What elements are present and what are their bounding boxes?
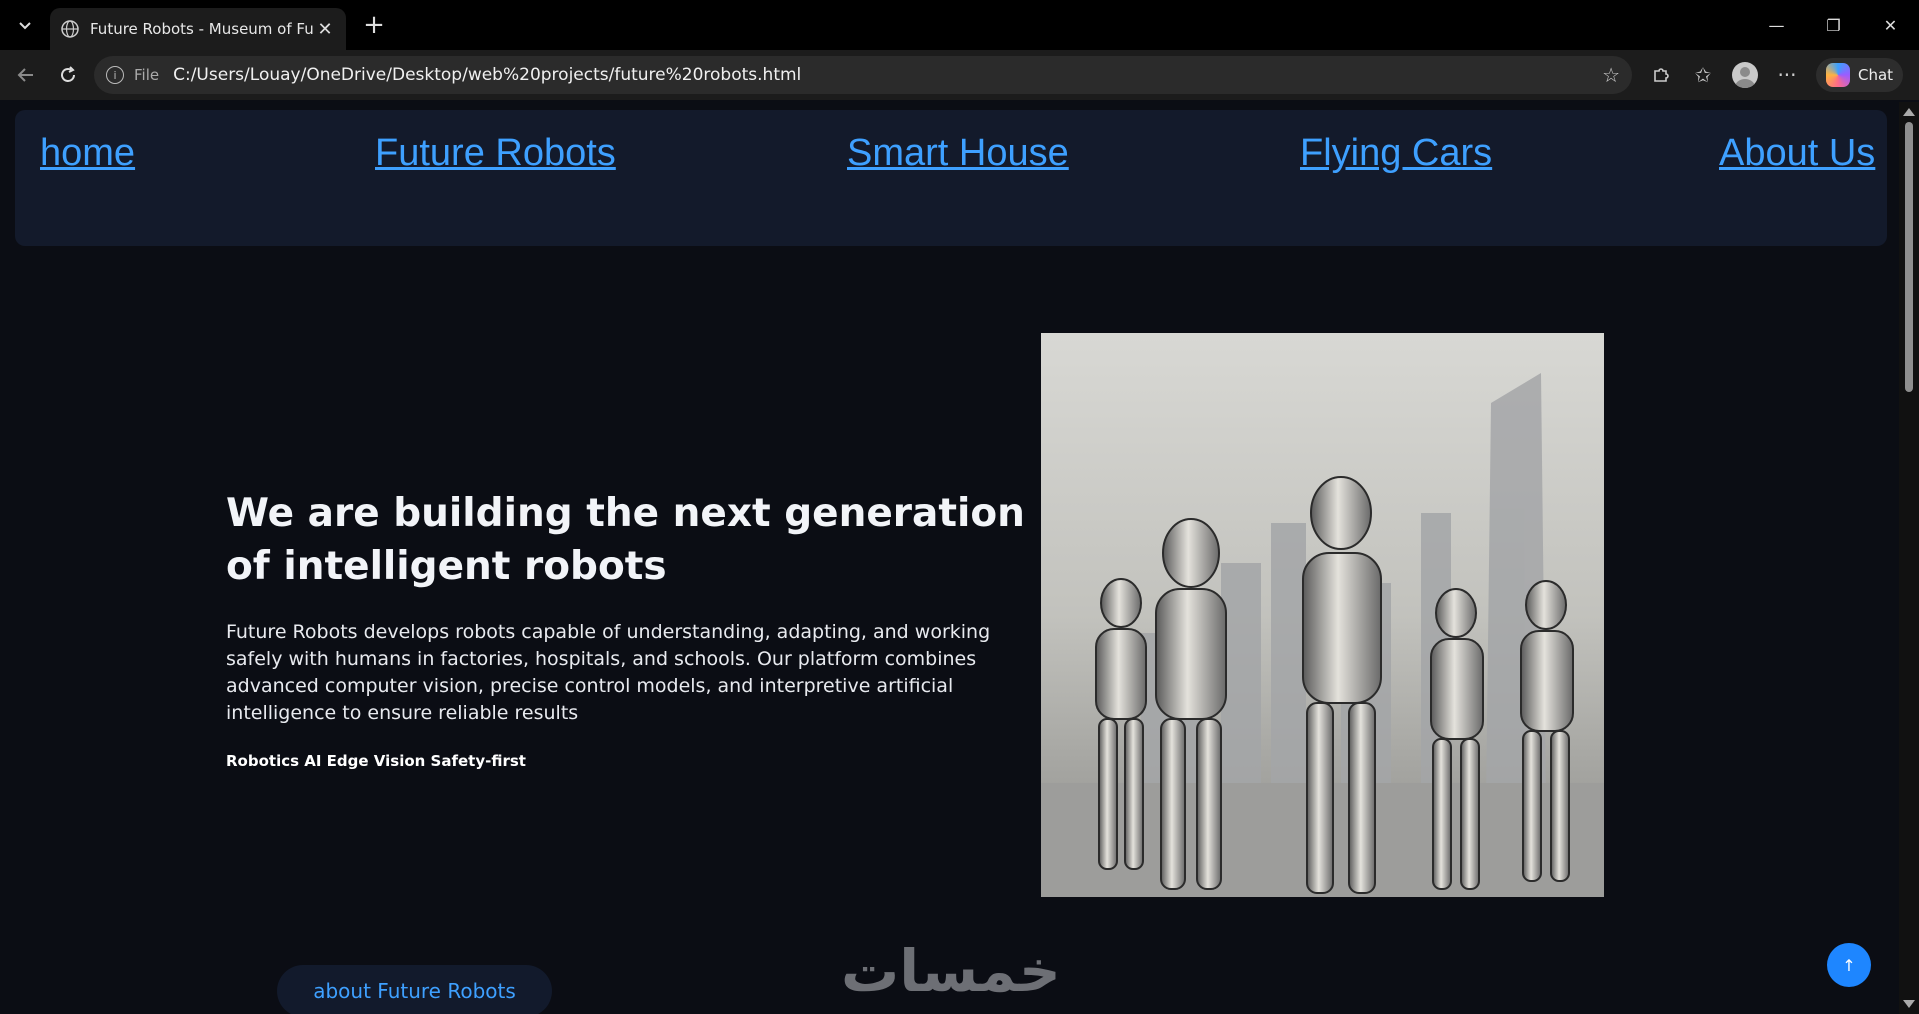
restore-icon[interactable]: ❐ (1805, 0, 1862, 50)
hero-description: Future Robots develops robots capable of… (226, 621, 991, 724)
reload-icon[interactable] (50, 57, 86, 93)
plus-icon[interactable]: + (356, 10, 392, 40)
favorites-icon[interactable]: ✩ (1682, 56, 1724, 94)
chevron-down-icon (19, 22, 31, 30)
nav-link-home[interactable]: home (40, 132, 135, 175)
profile-button[interactable] (1724, 56, 1766, 94)
close-icon[interactable]: ✕ (314, 19, 336, 40)
info-icon[interactable]: i (106, 66, 124, 84)
scroll-thumb[interactable] (1905, 122, 1913, 392)
robots-illustration (1041, 333, 1604, 897)
globe-icon (61, 20, 79, 38)
back-to-top-button[interactable]: ↑ (1827, 943, 1871, 987)
browser-toolbar: i File C:/Users/Louay/OneDrive/Desktop/w… (0, 50, 1919, 100)
chat-button[interactable]: Chat (1816, 58, 1904, 92)
browser-tab-bar: Future Robots - Museum of Future ✕ + — ❐… (0, 0, 1919, 50)
site-navbar: home Future Robots Smart House Flying Ca… (15, 110, 1887, 246)
hero-robots-image (1041, 333, 1604, 897)
nav-link-flying-cars[interactable]: Flying Cars (1300, 132, 1492, 175)
address-scheme: File (134, 66, 160, 84)
more-icon[interactable]: ··· (1766, 56, 1808, 94)
close-window-icon[interactable]: ✕ (1862, 0, 1919, 50)
about-future-robots-button[interactable]: about Future Robots (277, 965, 552, 1014)
scroll-up-icon[interactable] (1903, 108, 1915, 116)
puzzle-icon[interactable] (1640, 56, 1682, 94)
minimize-icon[interactable]: — (1748, 0, 1805, 50)
avatar (1732, 62, 1758, 88)
nav-link-future-robots[interactable]: Future Robots (375, 132, 616, 175)
tab-title: Future Robots - Museum of Future (90, 20, 314, 38)
khamsat-watermark-logo: خمسات (841, 937, 1061, 1005)
page-viewport: home Future Robots Smart House Flying Ca… (6, 102, 1899, 1014)
browser-tools: ✩ ··· Chat (1640, 56, 1904, 94)
hero-tags: Robotics AI Edge Vision Safety-first (226, 752, 526, 770)
nav-link-about-us[interactable]: About Us (1719, 132, 1875, 175)
star-icon[interactable]: ☆ (1602, 63, 1620, 87)
nav-link-smart-house[interactable]: Smart House (847, 132, 1069, 175)
scroll-down-icon[interactable] (1903, 1000, 1915, 1008)
chat-label: Chat (1858, 66, 1894, 84)
address-bar[interactable]: i File C:/Users/Louay/OneDrive/Desktop/w… (94, 56, 1632, 94)
arrow-up-icon: ↑ (1842, 955, 1856, 975)
arrow-left-icon[interactable] (8, 57, 44, 93)
window-controls: — ❐ ✕ (1748, 0, 1919, 50)
page-scrollbar[interactable] (1899, 102, 1919, 1014)
tab-menu-button[interactable] (6, 6, 44, 44)
hero-title: We are building the next generation of i… (226, 491, 1025, 589)
browser-tab-active[interactable]: Future Robots - Museum of Future ✕ (50, 8, 346, 50)
copilot-icon (1826, 63, 1850, 87)
address-url[interactable]: C:/Users/Louay/OneDrive/Desktop/web%20pr… (173, 65, 1602, 85)
